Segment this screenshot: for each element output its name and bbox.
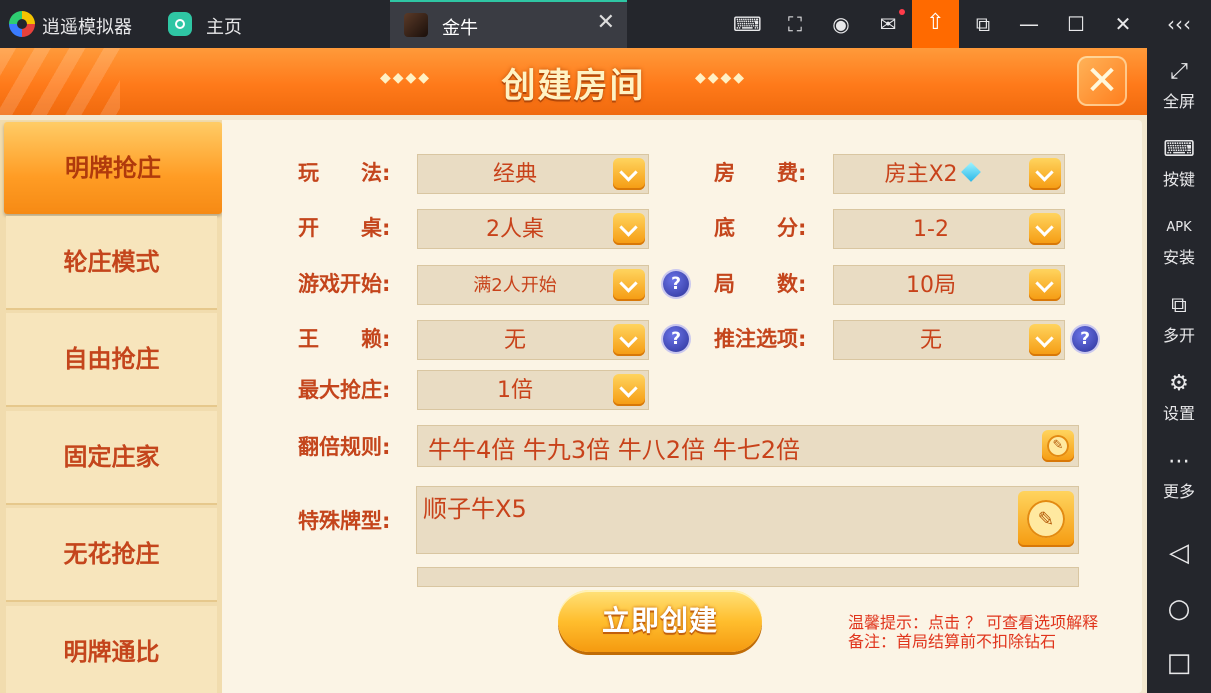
emulator-app-name: 逍遥模拟器 <box>42 17 132 38</box>
select-start[interactable]: 满2人开始 <box>417 265 649 305</box>
minimize-icon[interactable]: — <box>1015 10 1043 38</box>
home-tab-label[interactable]: 主页 <box>206 13 242 39</box>
chevron-down-icon[interactable] <box>1029 213 1061 245</box>
gear-icon: ⚙ <box>1169 371 1189 396</box>
sidebar-fullscreen[interactable]: ⤢ 全屏 <box>1147 58 1211 112</box>
chevron-down-icon[interactable] <box>613 158 645 190</box>
select-jushu[interactable]: 10局 <box>833 265 1065 305</box>
label-start: 游戏开始: <box>298 272 391 296</box>
back-icon[interactable]: ◁ <box>1147 538 1211 568</box>
tab-jinniu[interactable]: 金牛 ✕ <box>390 0 627 48</box>
mode-item-ziyou-qiangzhuang[interactable]: 自由抢庄 <box>6 313 217 407</box>
help-icon-start[interactable]: ? <box>663 271 689 297</box>
screenshot-icon[interactable]: ⛶ <box>781 10 809 38</box>
mode-item-wuhua-qiangzhuang[interactable]: 无花抢庄 <box>6 508 217 602</box>
chevron-down-icon[interactable] <box>613 213 645 245</box>
fullscreen-icon: ⤢ <box>1170 59 1188 84</box>
edit-fanbei-button[interactable] <box>1042 430 1074 462</box>
sidebar-multi-instance[interactable]: ⧉ 多开 <box>1147 292 1211 346</box>
close-dialog-button[interactable]: ✕ <box>1077 56 1127 106</box>
mode-item-lunzhuang[interactable]: 轮庄模式 <box>6 216 217 310</box>
label-qiangzhuang: 最大抢庄: <box>298 378 391 402</box>
diamond-icon <box>960 162 981 182</box>
select-fangfei[interactable]: 房主X2 <box>833 154 1065 194</box>
emulator-logo-icon <box>9 11 35 37</box>
pin-icon <box>1047 435 1069 457</box>
label-difen: 底 分: <box>714 216 807 240</box>
special-hands-box[interactable]: 顺子牛X5 <box>416 486 1079 554</box>
special-hands-text: 顺子牛X5 <box>423 495 527 523</box>
mode-item-mingpai-qiangzhuang[interactable]: 明牌抢庄 <box>4 122 222 214</box>
mode-list: 明牌抢庄 轮庄模式 自由抢庄 固定庄家 无花抢庄 明牌通比 <box>0 120 222 693</box>
sidebar-settings[interactable]: ⚙ 设置 <box>1147 370 1211 424</box>
label-kaizhuo: 开 桌: <box>298 216 391 240</box>
maximize-icon[interactable]: ☐ <box>1062 10 1090 38</box>
close-icon: ✕ <box>1085 58 1119 104</box>
select-difen[interactable]: 1-2 <box>833 209 1065 249</box>
mail-icon[interactable]: ✉ <box>874 10 902 38</box>
emulator-titlebar: 逍遥模拟器 主页 金牛 ✕ ⌨ ⛶ ◉ ✉ ⇧ ⧉ — ☐ ✕ ‹‹‹ <box>0 0 1211 48</box>
sidebar-install[interactable]: APK 安装 <box>1147 214 1211 268</box>
tab-label: 金牛 <box>442 18 478 39</box>
select-qiangzhuang[interactable]: 1倍 <box>417 370 649 410</box>
label-fanbei: 翻倍规则: <box>298 435 391 459</box>
hidden-row-box <box>417 567 1079 587</box>
label-jushu: 局 数: <box>714 272 807 296</box>
game-screen: ◆◆◆◆ 创建房间 ◆◆◆◆ ✕ 明牌抢庄 轮庄模式 自由抢庄 固定庄家 无花抢… <box>0 48 1147 693</box>
select-tuizhu[interactable]: 无 <box>833 320 1065 360</box>
chevron-down-icon[interactable] <box>613 269 645 301</box>
mode-item-guding-zhuangjia[interactable]: 固定庄家 <box>6 411 217 505</box>
select-kaizhuo[interactable]: 2人桌 <box>417 209 649 249</box>
fanbei-rules-text: 牛牛4倍 牛九3倍 牛八2倍 牛七2倍 <box>428 436 800 464</box>
label-wanglai: 王 赖: <box>298 327 391 351</box>
dialog-header: ◆◆◆◆ 创建房间 ◆◆◆◆ ✕ <box>0 48 1147 115</box>
emulator-sidebar: ⤢ 全屏 ⌨ 按键 APK 安装 ⧉ 多开 ⚙ 设置 ⋯ 更多 ◁ ○ □ <box>1147 48 1211 693</box>
help-icon-tuizhu[interactable]: ? <box>1072 326 1098 352</box>
notification-dot <box>899 9 905 15</box>
fanbei-rules-box[interactable]: 牛牛4倍 牛九3倍 牛八2倍 牛七2倍 <box>417 425 1079 467</box>
label-tuizhu: 推注选项: <box>714 327 807 351</box>
edit-special-hands-button[interactable] <box>1018 491 1074 547</box>
pin-icon <box>1027 500 1065 538</box>
account-icon[interactable]: ◉ <box>827 10 855 38</box>
sidebar-keymap[interactable]: ⌨ 按键 <box>1147 136 1211 190</box>
dialog-title: 创建房间 <box>501 66 646 106</box>
multi-instance-icon: ⧉ <box>1171 293 1187 318</box>
chevron-down-icon[interactable] <box>1029 158 1061 190</box>
select-wanfa[interactable]: 经典 <box>417 154 649 194</box>
help-icon-wanglai[interactable]: ? <box>663 326 689 352</box>
title-decoration-right: ◆◆◆◆ <box>695 70 747 86</box>
chevron-down-icon[interactable] <box>1029 324 1061 356</box>
apk-icon: APK <box>1166 220 1192 235</box>
chevron-down-icon[interactable] <box>613 324 645 356</box>
keyboard-map-icon[interactable]: ⌨ <box>733 10 762 38</box>
more-icon: ⋯ <box>1168 449 1190 474</box>
recents-icon[interactable]: □ <box>1147 648 1211 678</box>
create-room-button[interactable]: 立即创建 <box>558 590 762 652</box>
collapse-sidebar-icon[interactable]: ‹‹‹ <box>1164 10 1194 38</box>
label-teshu: 特殊牌型: <box>298 509 391 533</box>
keyboard-icon: ⌨ <box>1163 137 1195 162</box>
close-tab-icon[interactable]: ✕ <box>597 11 615 35</box>
home-circle-icon[interactable]: ○ <box>1147 594 1211 624</box>
tip-note: 备注：首局结算前不扣除钻石 <box>848 632 1057 651</box>
home-icon[interactable] <box>168 12 192 36</box>
select-wanglai[interactable]: 无 <box>417 320 649 360</box>
sidebar-more[interactable]: ⋯ 更多 <box>1147 448 1211 502</box>
mode-item-mingpai-tongbi[interactable]: 明牌通比 <box>6 606 217 693</box>
label-wanfa: 玩 法: <box>298 161 391 185</box>
chevron-down-icon[interactable] <box>1029 269 1061 301</box>
upload-icon[interactable]: ⇧ <box>912 0 959 48</box>
screen-cast-icon[interactable]: ⧉ <box>969 10 997 38</box>
close-window-icon[interactable]: ✕ <box>1109 10 1137 38</box>
chevron-down-icon[interactable] <box>613 374 645 406</box>
label-fangfei: 房 费: <box>714 161 807 185</box>
game-app-icon <box>404 13 428 37</box>
